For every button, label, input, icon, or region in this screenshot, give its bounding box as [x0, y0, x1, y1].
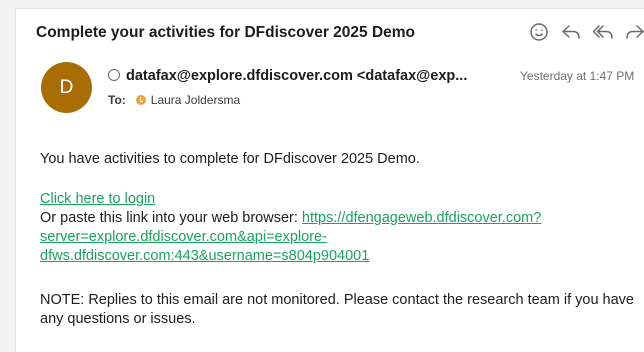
recipient-status-icon [135, 95, 146, 105]
sender-address: datafax@explore.dfdiscover.com <datafax@… [126, 68, 468, 84]
smiley-icon[interactable] [528, 21, 552, 45]
body-login-paragraph: Click here to login Or paste this link i… [40, 190, 640, 266]
forward-icon[interactable] [624, 21, 644, 45]
sender-avatar: D [41, 62, 92, 113]
engage-url-part-2: server=explore.dfdiscover.com&api=explor… [40, 229, 327, 245]
login-link[interactable]: Click here to login [40, 191, 155, 207]
body-intro: You have activities to complete for DFdi… [40, 151, 420, 167]
engage-url-part-1: https://dfengageweb.dfdiscover.com? [301, 210, 542, 226]
reply-all-icon[interactable] [592, 21, 616, 45]
to-label: To: [108, 93, 126, 107]
sender-row[interactable]: datafax@explore.dfdiscover.com <datafax@… [108, 67, 467, 85]
email-card: Complete your activities for DFdiscover … [15, 8, 644, 352]
sender-status-icon [108, 69, 120, 81]
recipient-name[interactable]: Laura Joldersma [151, 93, 240, 107]
paste-instructions: Or paste this link into your web browser… [40, 210, 302, 226]
email-timestamp: Yesterday at 1:47 PM [520, 69, 635, 83]
recipient-row: To: Laura Joldersma [108, 93, 240, 107]
body-note: NOTE: Replies to this email are not moni… [40, 292, 634, 327]
reply-icon[interactable] [560, 21, 584, 45]
engage-url-part-3: dfws.dfdiscover.com:443&username=s804p90… [40, 248, 370, 264]
email-subject: Complete your activities for DFdiscover … [36, 24, 416, 41]
